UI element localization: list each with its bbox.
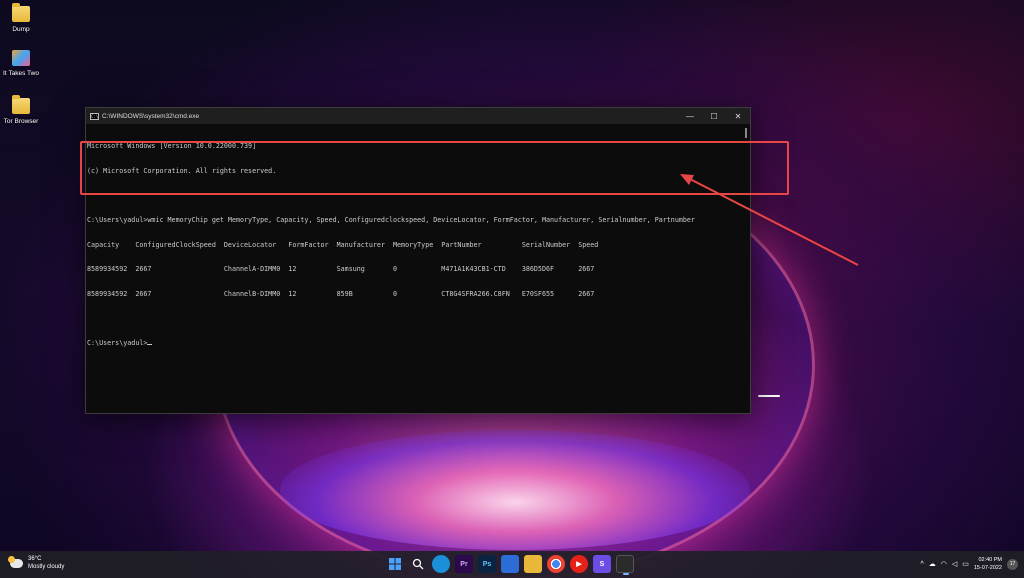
terminal-icon[interactable]: [616, 555, 634, 575]
clock-time: 02:40 PM: [978, 557, 1002, 563]
clock[interactable]: 02:40 PM 15-07-2022: [974, 556, 1002, 572]
weather-condition: Mostly cloudy: [28, 564, 65, 570]
battery-icon[interactable]: ▭: [962, 560, 969, 568]
annotation-arrow: [680, 174, 859, 266]
chrome-icon[interactable]: [547, 555, 565, 573]
file-explorer-icon[interactable]: [524, 555, 542, 573]
youtube-music-icon[interactable]: ▶: [570, 555, 588, 573]
partly-cloudy-icon: [8, 555, 23, 568]
cloud-sync-icon[interactable]: ☁: [929, 560, 936, 568]
speaker-icon[interactable]: ◁: [952, 560, 957, 568]
weather-widget[interactable]: 36°C Mostly cloudy: [8, 555, 65, 571]
system-tray: ^ ☁ ◠ ◁ ▭ 02:40 PM 15-07-2022 17: [920, 556, 1018, 572]
taskbar: 36°C Mostly cloudy Pr Ps ▶ S ^ ☁ ◠ ◁ ▭ 0…: [0, 551, 1024, 578]
windows-start-icon[interactable]: [386, 555, 404, 573]
clock-date: 15-07-2022: [973, 565, 1002, 571]
taskbar-apps: Pr Ps ▶ S: [386, 555, 634, 575]
store-icon[interactable]: [501, 555, 519, 573]
photoshop-icon[interactable]: Ps: [478, 555, 496, 573]
premiere-icon[interactable]: Pr: [455, 555, 473, 573]
app-s-icon[interactable]: S: [593, 555, 611, 573]
edge-icon[interactable]: [432, 555, 450, 573]
chevron-up-icon[interactable]: ^: [920, 561, 923, 568]
search-icon[interactable]: [409, 555, 427, 573]
wifi-icon[interactable]: ◠: [941, 560, 947, 568]
notification-badge[interactable]: 17: [1007, 558, 1018, 570]
weather-temperature: 36°C: [28, 556, 42, 562]
